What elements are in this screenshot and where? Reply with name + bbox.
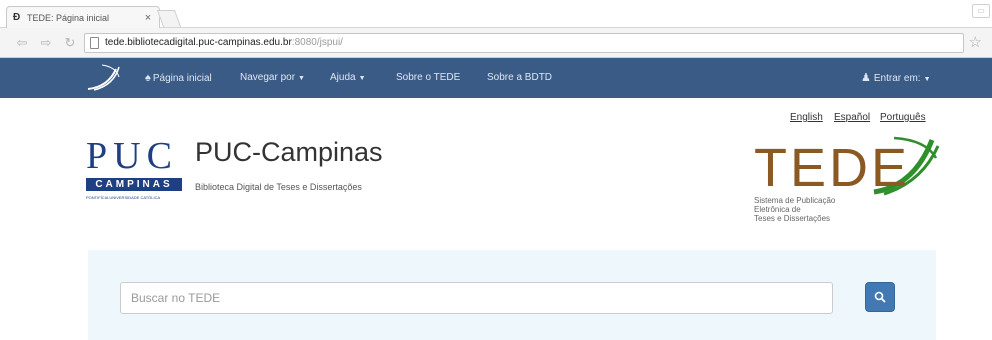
tede-logo-word: TEDE xyxy=(754,138,911,198)
login-dropdown[interactable]: ♟ Entrar em: ▼ xyxy=(861,58,931,98)
tede-logo[interactable]: TEDE Sistema de Publicação Eletrônica de… xyxy=(752,132,942,232)
nav-about-bdtd[interactable]: Sobre a BDTD xyxy=(487,58,552,98)
tede-favicon-icon: Ð xyxy=(13,11,21,23)
tede-logo-line1: Sistema de Publicação xyxy=(754,196,836,205)
forward-arrow-icon[interactable]: ⇨ xyxy=(38,35,54,51)
lang-english-link[interactable]: English xyxy=(790,112,823,123)
address-bar[interactable]: tede.bibliotecadigital.puc-campinas.edu.… xyxy=(84,33,964,53)
caret-down-icon: ▼ xyxy=(923,76,931,83)
search-input[interactable] xyxy=(120,282,833,314)
page-title: PUC-Campinas xyxy=(195,137,383,167)
lang-spanish-link[interactable]: Español xyxy=(834,112,870,123)
browser-tab-bar: Ð TEDE: Página inicial × ▭ xyxy=(0,0,992,28)
puc-logo-letters: PUC xyxy=(86,135,178,177)
caret-down-icon: ▼ xyxy=(358,75,366,82)
tede-swoosh-logo-icon[interactable] xyxy=(86,63,122,93)
search-icon xyxy=(874,291,886,303)
site-navbar: ♠ Página inicial Navegar por ▼ Ajuda ▼ Sobr… xyxy=(0,58,992,98)
reload-icon[interactable]: ↻ xyxy=(62,35,78,51)
tede-logo-line3: Teses e Dissertações xyxy=(754,214,831,223)
nav-browse-dropdown[interactable]: Navegar por ▼ xyxy=(240,58,305,98)
nav-home[interactable]: ♠ Página inicial xyxy=(145,58,212,98)
puc-logo-tagline: PONTIFÍCIA UNIVERSIDADE CATÓLICA xyxy=(86,195,161,200)
puc-logo-band: CAMPINAS xyxy=(86,178,182,191)
search-button[interactable] xyxy=(865,282,895,312)
nav-help-label: Ajuda xyxy=(330,72,356,83)
nav-help-dropdown[interactable]: Ajuda ▼ xyxy=(330,58,366,98)
page-subtitle: Biblioteca Digital de Teses e Dissertaçõ… xyxy=(195,182,362,192)
close-tab-icon[interactable]: × xyxy=(141,12,155,24)
nav-about-tede[interactable]: Sobre o TEDE xyxy=(396,58,460,98)
bookmark-star-icon[interactable]: ☆ xyxy=(969,34,982,52)
window-control-icon[interactable]: ▭ xyxy=(972,4,990,18)
tab-title: TEDE: Página inicial xyxy=(27,12,110,23)
new-tab-button[interactable] xyxy=(156,10,182,27)
browser-tab[interactable]: Ð TEDE: Página inicial × xyxy=(6,6,160,28)
url-host: tede.bibliotecadigital.puc-campinas.edu.… xyxy=(105,37,292,48)
lang-portuguese-link[interactable]: Português xyxy=(880,112,926,123)
nav-browse-label: Navegar por xyxy=(240,72,296,83)
user-icon: ♟ xyxy=(861,72,871,84)
url-path: :8080/jspui/ xyxy=(291,37,343,48)
page-icon xyxy=(90,37,99,49)
tede-logo-line2: Eletrônica de xyxy=(754,205,801,214)
browser-toolbar: ⇦ ⇨ ↻ tede.bibliotecadigital.puc-campina… xyxy=(0,28,992,58)
back-arrow-icon[interactable]: ⇦ xyxy=(14,35,30,51)
nav-home-label: Página inicial xyxy=(152,73,212,84)
home-icon: ♠ xyxy=(145,72,151,84)
caret-down-icon: ▼ xyxy=(298,75,305,82)
puc-campinas-logo[interactable]: PUC CAMPINAS PONTIFÍCIA UNIVERSIDADE CAT… xyxy=(86,136,186,206)
login-label: Entrar em: xyxy=(873,73,921,84)
